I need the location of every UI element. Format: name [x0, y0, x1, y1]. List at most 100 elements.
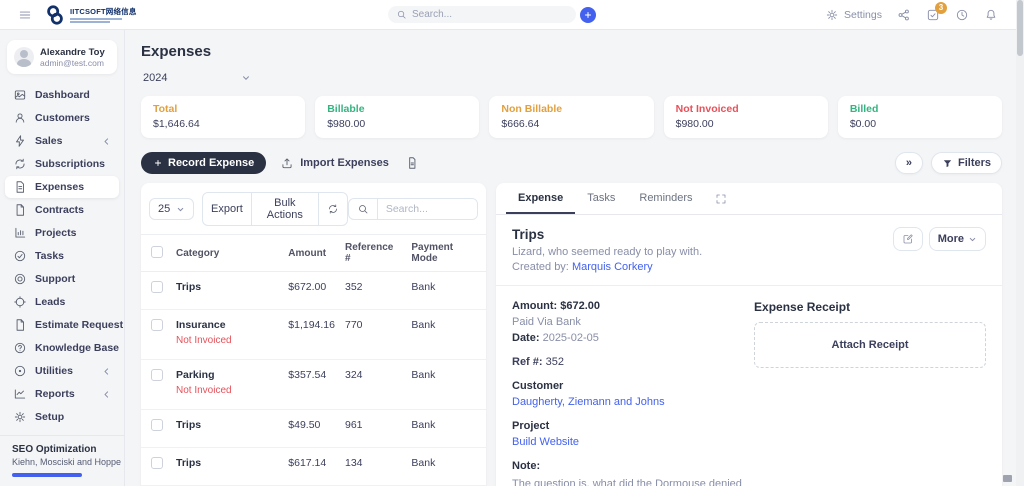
col-header-amount[interactable]: Amount [283, 235, 340, 272]
note-text: The question is, what did the Dormouse d… [512, 476, 762, 486]
settings-button[interactable]: Settings [825, 8, 882, 22]
refresh-icon [327, 203, 339, 215]
sidebar-item-customers[interactable]: Customers [5, 107, 119, 129]
sidebar-item-estimate-request[interactable]: Estimate Request [5, 314, 119, 336]
global-search-input[interactable] [412, 9, 568, 20]
year-filter-select[interactable]: 2024 [141, 70, 253, 86]
record-expense-button[interactable]: Record Expense [141, 152, 266, 174]
paid-via: Paid Via Bank [512, 316, 730, 328]
sidebar-item-reports[interactable]: Reports [5, 383, 119, 405]
tab-reminders[interactable]: Reminders [627, 183, 704, 214]
sidebar-item-sales[interactable]: Sales [5, 130, 119, 152]
filters-button[interactable]: Filters [931, 152, 1002, 174]
quick-add-button[interactable] [580, 7, 596, 23]
receipt-title: Expense Receipt [754, 300, 986, 314]
created-by-link[interactable]: Marquis Corkery [572, 261, 653, 273]
sidebar-item-contracts[interactable]: Contracts [5, 199, 119, 221]
summary-card-not-invoiced: Not Invoiced $980.00 [664, 96, 828, 138]
customers-icon [13, 111, 27, 125]
row-checkbox[interactable] [151, 419, 163, 431]
expand-icon [715, 193, 727, 205]
not-invoiced-badge: Not Invoiced [176, 385, 278, 396]
chevron-left-icon [102, 137, 111, 146]
project-widget[interactable]: SEO Optimization Kiehn, Mosciski and Hop… [0, 435, 124, 485]
timers-button[interactable] [955, 8, 969, 22]
page-size-select[interactable]: 25 [150, 199, 193, 219]
chevron-down-icon [968, 235, 977, 244]
table-row[interactable]: Trips $49.50 961 Bank [141, 410, 486, 448]
attach-receipt-dropzone[interactable]: Attach Receipt [754, 322, 986, 368]
table-row[interactable]: Trips $617.14 134 Bank [141, 448, 486, 486]
date-label: Date: [512, 332, 540, 344]
sidebar-item-setup[interactable]: Setup [5, 406, 119, 428]
import-expenses-button[interactable]: Import Expenses [276, 152, 393, 174]
amount-label: Amount: [512, 300, 557, 312]
summary-card-total: Total $1,646.64 [141, 96, 305, 138]
expenses-table-card: 25 Export Bulk Actions [141, 183, 486, 486]
chevron-left-icon [102, 367, 111, 376]
row-checkbox[interactable] [151, 319, 163, 331]
col-header-category[interactable]: Category [171, 235, 283, 272]
global-search[interactable] [388, 6, 576, 23]
expenses-icon [13, 180, 27, 194]
project-widget-title: SEO Optimization [12, 444, 112, 455]
row-checkbox[interactable] [151, 369, 163, 381]
filter-icon [942, 158, 953, 169]
sidebar-item-dashboard[interactable]: Dashboard [5, 84, 119, 106]
more-button[interactable]: More [929, 227, 986, 251]
sidebar-item-expenses[interactable]: Expenses [5, 176, 119, 198]
amount-value: $672.00 [560, 300, 600, 312]
table-search-input[interactable] [378, 199, 478, 219]
notifications-button[interactable] [984, 8, 998, 22]
project-link[interactable]: Build Website [512, 436, 579, 448]
upload-icon [280, 156, 294, 170]
todo-button[interactable]: 3 [926, 8, 940, 22]
col-header-payment-mode[interactable]: Payment Mode [406, 235, 486, 272]
sample-file-button[interactable] [403, 154, 421, 172]
table-row[interactable]: ParkingNot Invoiced $357.54 324 Bank [141, 360, 486, 410]
collapse-panel-button[interactable]: » [895, 152, 923, 174]
project-label: Project [512, 420, 730, 432]
tab-tasks[interactable]: Tasks [575, 183, 627, 214]
bell-icon [984, 8, 998, 22]
row-checkbox[interactable] [151, 457, 163, 469]
refresh-button[interactable] [319, 193, 347, 225]
sidebar-item-utilities[interactable]: Utilities [5, 360, 119, 382]
sidebar-item-knowledge-base[interactable]: Knowledge Base [5, 337, 119, 359]
settings-label: Settings [844, 9, 882, 21]
expense-subtitle: Lizard, who seemed ready to play with. [512, 246, 702, 258]
sidebar-item-support[interactable]: Support [5, 268, 119, 290]
tab-expense[interactable]: Expense [506, 183, 575, 214]
app-logo[interactable]: IITCSOFT网络信息 [44, 4, 137, 26]
scrollbar-thumb[interactable] [1017, 0, 1023, 56]
menu-icon[interactable] [18, 8, 32, 22]
fullscreen-button[interactable] [711, 189, 731, 209]
user-card[interactable]: Alexandre Toy admin@test.com [7, 40, 117, 74]
logo-infinity-icon [44, 4, 66, 26]
table-row[interactable]: InsuranceNot Invoiced $1,194.16 770 Bank [141, 310, 486, 360]
bulk-actions-button[interactable]: Bulk Actions [252, 193, 319, 225]
sidebar-item-projects[interactable]: Projects [5, 222, 119, 244]
col-header-reference[interactable]: Reference # [340, 235, 406, 272]
row-checkbox[interactable] [151, 281, 163, 293]
logo-text: IITCSOFT网络信息 [70, 6, 137, 17]
edit-expense-button[interactable] [893, 227, 923, 251]
vertical-scrollbar[interactable] [1016, 0, 1024, 486]
logo-subtext [70, 18, 137, 24]
customer-link[interactable]: Daugherty, Ziemann and Johns [512, 396, 665, 408]
sidebar-item-subscriptions[interactable]: Subscriptions [5, 153, 119, 175]
select-all-checkbox[interactable] [151, 246, 163, 258]
chevron-left-icon [102, 390, 111, 399]
table-search-button[interactable] [349, 199, 378, 219]
project-progress-bar [12, 473, 82, 477]
sidebar-item-tasks[interactable]: Tasks [5, 245, 119, 267]
summary-cards: Total $1,646.64 Billable $980.00 Non Bil… [141, 96, 1002, 138]
share-button[interactable] [897, 8, 911, 22]
sidebar: Alexandre Toy admin@test.com Dashboard C… [0, 30, 125, 486]
export-button[interactable]: Export [203, 193, 252, 225]
table-row[interactable]: Trips $672.00 352 Bank [141, 272, 486, 310]
sidebar-item-leads[interactable]: Leads [5, 291, 119, 313]
avatar [14, 47, 34, 67]
contracts-icon [13, 203, 27, 217]
action-bar: Record Expense Import Expenses » Filters [141, 152, 1002, 174]
